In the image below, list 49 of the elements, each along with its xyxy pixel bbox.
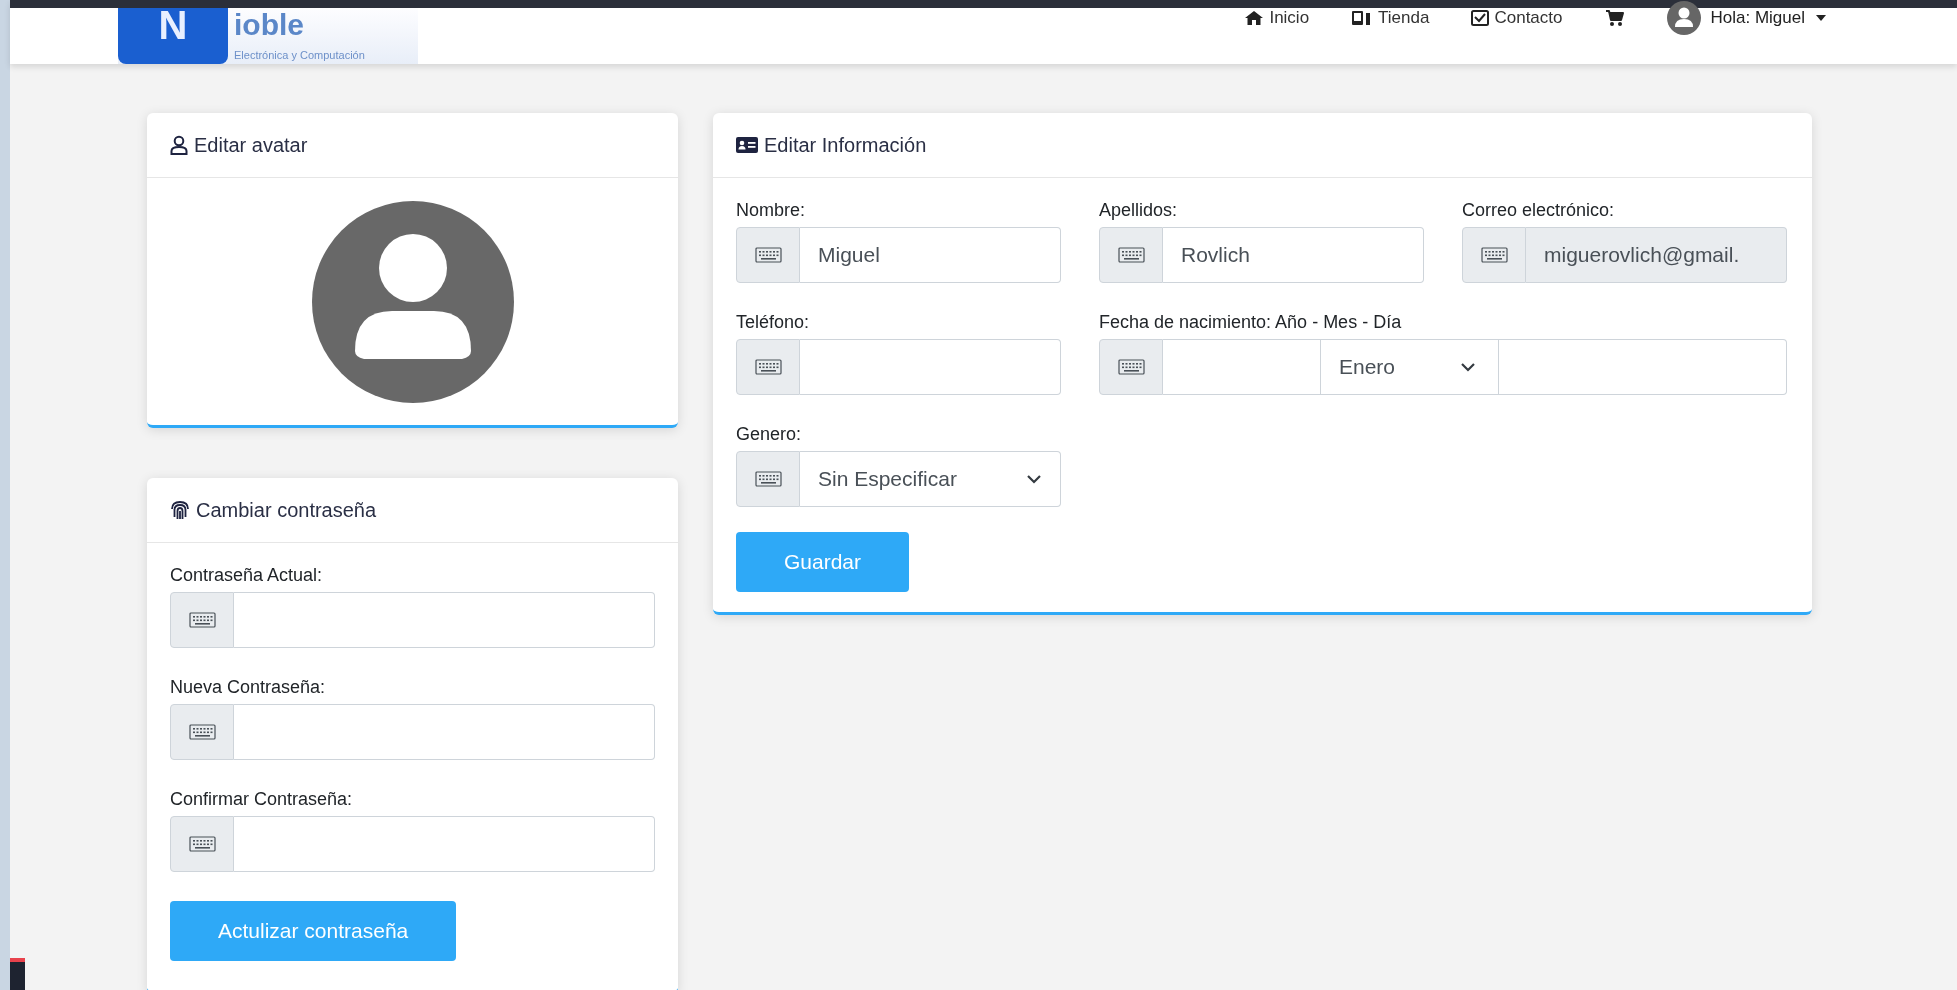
card-title: Cambiar contraseña [196,498,377,522]
day-field[interactable] [1499,339,1787,395]
field-label: Confirmar Contraseña: [170,789,354,810]
keyboard-icon [188,612,216,628]
password-field[interactable] [234,816,655,872]
field-label: Correo electrónico: [1462,200,1616,221]
user-menu-link[interactable]: Hola: Miguel [1710,8,1805,28]
logo-tagline: Electrónica y Computación [234,49,365,61]
password-field[interactable] [234,704,655,760]
field-label: Fecha de nacimiento: Año - Mes - Día [1099,312,1403,333]
field-label: Genero: [736,424,803,445]
keyboard-icon [754,471,782,487]
field-label: Nombre: [736,200,807,221]
gender-select[interactable]: Sin Especificar [800,451,1061,507]
keyboard-icon [188,836,216,852]
keyboard-icon [1117,359,1145,375]
field-label: Apellidos: [1099,200,1179,221]
caret-icon[interactable] [1815,14,1827,22]
year-field[interactable] [1163,339,1321,395]
password-field[interactable] [234,592,655,648]
logo[interactable]: N ioble Electrónica y Computación [118,8,418,64]
nav-link[interactable]: Inicio [1244,8,1310,28]
keyboard-icon [1117,247,1145,263]
text-field[interactable]: Miguel [800,227,1061,283]
cart-icon[interactable] [1604,9,1625,27]
user-outline-icon [170,135,188,155]
fingerprint-icon [170,500,190,520]
keyboard-icon [1480,247,1508,263]
chevron-down-icon [1026,474,1042,484]
card-title: Editar Información [764,133,927,157]
text-field[interactable]: Rovlich [1163,227,1424,283]
logo-initial: N [118,8,228,64]
chevron-down-icon [1460,362,1476,372]
check-square-icon [1471,10,1490,26]
home-icon [1244,10,1265,26]
keyboard-icon [754,359,782,375]
id-card-icon [736,137,758,153]
nav-link[interactable]: Tienda [1351,8,1430,28]
month-select[interactable]: Enero [1321,339,1499,395]
card-title: Editar avatar [194,133,308,157]
field-label: Teléfono: [736,312,811,333]
text-field[interactable] [800,339,1061,395]
logo-name: ioble [234,8,305,42]
keyboard-icon [754,247,782,263]
dark-tab-drawing [10,958,25,990]
nav-link[interactable]: Contacto [1471,8,1563,28]
field-label: Nueva Contraseña: [170,677,327,698]
field-label: Contraseña Actual: [170,565,324,586]
keyboard-icon [188,724,216,740]
